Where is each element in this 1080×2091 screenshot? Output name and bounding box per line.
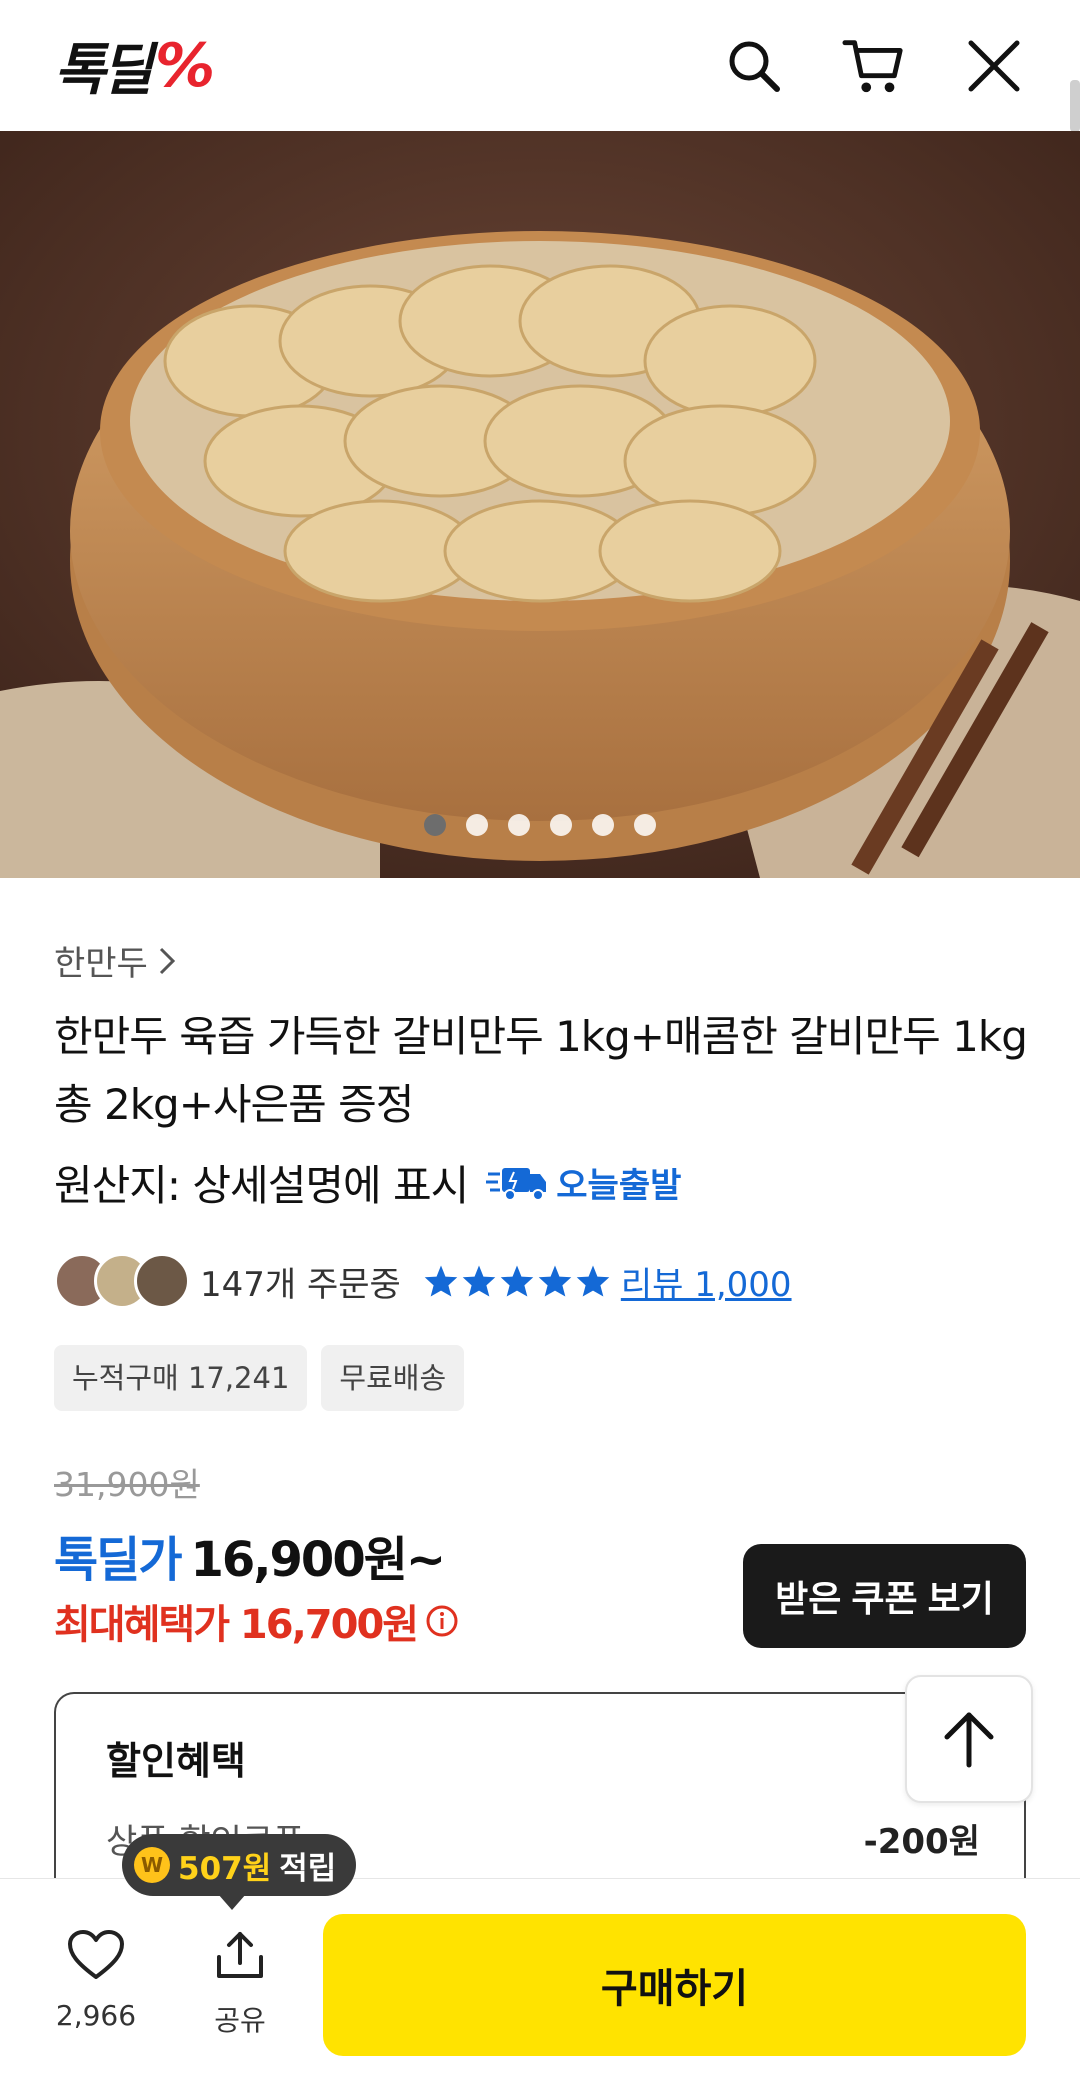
product-title: 한만두 육즙 가득한 갈비만두 1kg+매콤한 갈비만두 1kg 총 2kg+사… [54,1012,1028,1129]
carousel-dot[interactable] [550,814,572,836]
star-icon [538,1265,572,1297]
carousel-dot[interactable] [466,814,488,836]
delivery-truck-icon [486,1168,547,1201]
brand-link[interactable]: 한만두 [54,936,176,985]
cumulative-purchase-chip: 누적구매 17,241 [54,1345,308,1411]
share-button[interactable]: 공유 [200,1929,280,2039]
ordering-count: 147개 주문중 [200,1264,401,1305]
dumpling-steamer-photo [0,131,1080,878]
max-benefit-price: 최대혜택가 16,700원 [54,1602,419,1648]
carousel-dot[interactable] [592,814,614,836]
star-icon [500,1265,534,1297]
close-icon[interactable] [962,34,1026,98]
logo-percent-mark: % [155,30,216,101]
info-icon[interactable] [425,1604,459,1638]
star-icon [424,1265,458,1297]
today-shipping-badge: 오늘출발 [486,1158,681,1207]
star-icon [576,1265,610,1297]
logo-text: 톡딜 [54,38,153,103]
carousel-dot[interactable] [508,814,530,836]
original-price: 31,900원 [54,1465,200,1504]
buyer-avatars [54,1253,194,1309]
coin-icon: W [134,1847,170,1883]
talkdeal-price-label: 톡딜가 [54,1532,182,1588]
carousel-dot[interactable] [424,814,446,836]
discount-title: 할인혜택 [106,1739,246,1783]
bottom-action-bar: 2,966 공유 구매하기 [0,1878,1080,2091]
brand-name: 한만두 [54,944,148,984]
avatar [134,1253,190,1309]
talkdeal-price: 16,900원~ [190,1532,446,1588]
page-scrollbar[interactable] [1070,80,1080,132]
cart-icon[interactable] [842,34,906,98]
product-image-carousel[interactable] [0,131,1080,878]
share-icon [217,1932,263,1978]
reward-amount: 507원 [178,1850,272,1887]
review-link[interactable]: 리뷰 1,000 [621,1257,792,1306]
today-shipping-label: 오늘출발 [556,1165,682,1206]
like-button[interactable]: 2,966 [50,1929,142,2032]
star-icon [462,1265,496,1297]
scroll-to-top-button[interactable] [905,1675,1033,1803]
chevron-right-icon [159,947,175,974]
reward-points-tooltip: W 507원 적립 [122,1834,357,1910]
product-coupon-value: -200원 [863,1822,980,1862]
carousel-indicator [0,814,1080,836]
talkdeal-logo[interactable]: 톡딜 % [54,25,215,106]
search-icon[interactable] [722,34,786,98]
reward-label: 적립 [279,1850,337,1887]
share-label: 공유 [214,2004,266,2037]
app-header: 톡딜 % [0,0,1080,131]
rating-stars [423,1264,611,1298]
heart-icon [68,1930,124,1979]
origin-text: 원산지: 상세설명에 표시 [54,1160,469,1210]
like-count: 2,966 [55,1999,137,2032]
view-coupons-button[interactable]: 받은 쿠폰 보기 [743,1544,1026,1648]
free-shipping-chip: 무료배송 [321,1345,465,1411]
carousel-dot[interactable] [634,814,656,836]
buy-button[interactable]: 구매하기 [323,1914,1026,2056]
arrow-up-icon [944,1712,994,1768]
